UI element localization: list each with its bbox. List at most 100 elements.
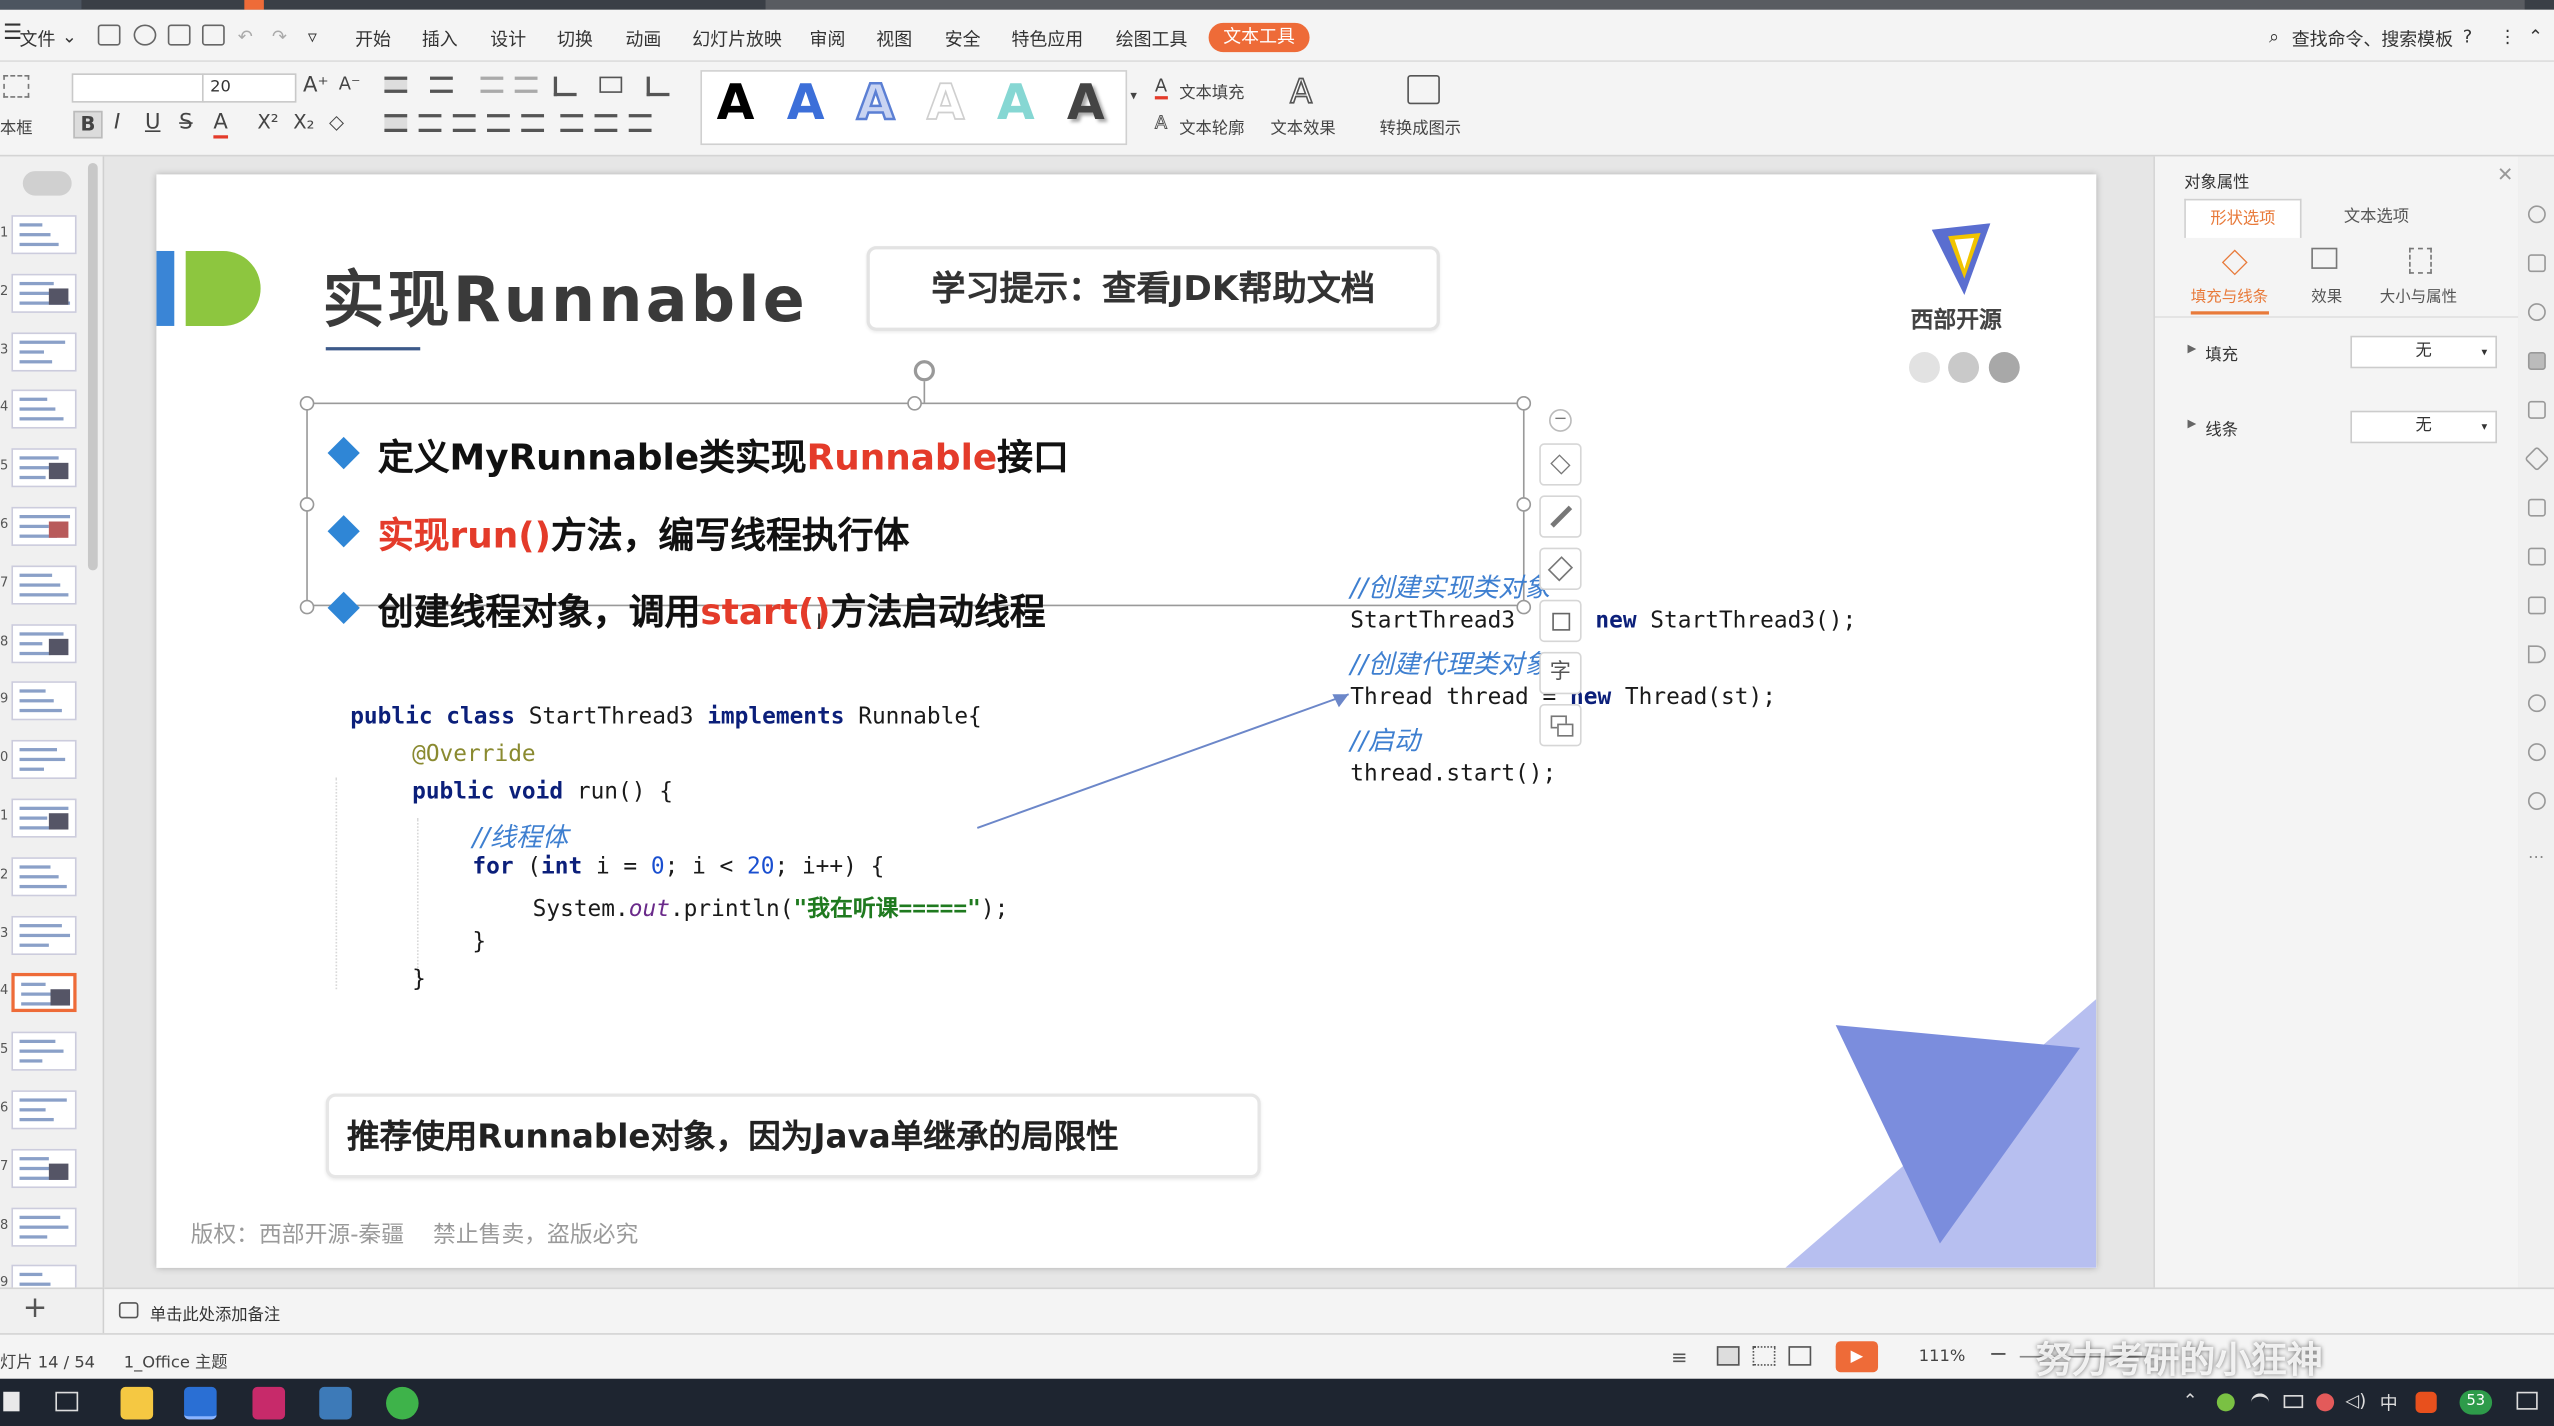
slide-thumbnail[interactable] <box>11 390 77 430</box>
style-shadow[interactable]: A <box>1067 75 1105 132</box>
record-icon[interactable] <box>2316 1393 2335 1412</box>
zoom-level[interactable]: 111% <box>1919 1348 1966 1366</box>
justify-icon[interactable] <box>487 114 510 133</box>
sogou-icon[interactable] <box>2415 1391 2437 1413</box>
style-black[interactable]: A <box>717 75 755 132</box>
image-icon[interactable] <box>2527 596 2546 615</box>
notes-toggle-icon[interactable]: ≡ <box>1671 1346 1687 1369</box>
convert-diagram-button[interactable]: 转换成图示 <box>1380 114 1461 139</box>
slide-thumbnail[interactable] <box>11 331 77 371</box>
tab-animation[interactable]: 动画 <box>625 26 661 52</box>
bullet-1[interactable]: 定义MyRunnable类实现Runnable接口 <box>378 429 1069 481</box>
tray-app-icon[interactable] <box>2216 1393 2235 1412</box>
tab-home[interactable]: 开始 <box>355 26 391 52</box>
slide-thumbnail[interactable] <box>11 565 77 605</box>
line-spacing-icon[interactable] <box>560 114 584 133</box>
text-icon[interactable]: 字 <box>1539 651 1582 695</box>
bullet-2[interactable]: 实现run()方法，编写线程执行体 <box>378 507 910 559</box>
properties-icon[interactable] <box>2527 352 2546 370</box>
undo-history-icon[interactable] <box>133 24 157 46</box>
animation-icon[interactable] <box>2527 303 2546 322</box>
settings-icon[interactable] <box>2527 205 2546 224</box>
text-effect-button[interactable]: 文本效果 <box>1270 114 1335 139</box>
textbox-label[interactable]: 本框 <box>0 114 33 139</box>
tab-drawing-tools[interactable]: 绘图工具 <box>1116 26 1188 52</box>
explorer-icon[interactable] <box>120 1386 154 1420</box>
grow-font-icon[interactable]: A⁺ <box>303 73 329 97</box>
line-label[interactable]: 线条 <box>2205 416 2238 440</box>
slide-thumbnail[interactable] <box>11 1148 77 1188</box>
volume-icon[interactable]: ◁) <box>2346 1390 2367 1411</box>
notes-placeholder[interactable]: 单击此处添加备注 <box>150 1301 280 1325</box>
shrink-font-icon[interactable]: A⁻ <box>339 73 361 94</box>
sorter-view-icon[interactable] <box>1752 1346 1776 1366</box>
columns-icon[interactable] <box>553 76 577 97</box>
slide-thumbnail[interactable] <box>11 681 77 721</box>
undo-icon[interactable]: ↶ <box>238 26 253 47</box>
arrow-connector[interactable] <box>971 688 1362 835</box>
tab-special[interactable]: 特色应用 <box>1012 26 1084 52</box>
size-icon[interactable] <box>2409 247 2432 274</box>
print-preview-icon[interactable] <box>201 24 225 46</box>
style-teal[interactable]: A <box>997 75 1035 132</box>
share-icon[interactable] <box>2527 547 2546 566</box>
text-fill-icon[interactable]: A <box>1154 75 1168 100</box>
slide-thumbnail[interactable] <box>11 506 77 546</box>
normal-view-icon[interactable] <box>1716 1346 1740 1366</box>
fill-line-icon[interactable] <box>2221 249 2248 276</box>
textbox-icon[interactable] <box>3 74 30 98</box>
help-circle-icon[interactable] <box>2527 792 2546 810</box>
slide-thumbnail[interactable] <box>11 973 77 1013</box>
slide-thumbnail[interactable] <box>11 1206 77 1247</box>
play-button[interactable]: ▶ <box>1835 1341 1879 1373</box>
style-blue[interactable]: A <box>787 75 825 132</box>
style-blue-outline[interactable]: A <box>856 74 896 133</box>
tab-shape-options[interactable]: 形状选项 <box>2184 198 2302 238</box>
python-icon[interactable] <box>319 1386 352 1420</box>
tab-security[interactable]: 安全 <box>945 26 981 52</box>
slide-thumbnail[interactable] <box>11 856 77 897</box>
text-outline-button[interactable]: 文本轮廓 <box>1179 114 1244 139</box>
slide-thumbnail[interactable] <box>11 798 77 838</box>
tab-text-tools[interactable]: 文本工具 <box>1208 22 1310 53</box>
collapse-ribbon-icon[interactable]: ⌃ <box>2528 26 2543 47</box>
resize-handle-tl[interactable] <box>299 396 315 411</box>
effect-icon[interactable] <box>2311 247 2338 269</box>
resize-handle-r[interactable] <box>1516 497 1532 512</box>
template-icon[interactable] <box>2527 498 2546 517</box>
fill-dropdown[interactable]: 无 ▾ <box>2350 335 2497 369</box>
shape-icon[interactable] <box>2527 254 2546 273</box>
search-icon[interactable]: ⌕ <box>2269 26 2279 49</box>
style-white[interactable]: A <box>926 74 965 133</box>
bullet-3[interactable]: 创建线程对象，调用start()方法启动线程 <box>378 583 1046 635</box>
slide-thumbnail[interactable] <box>11 915 77 955</box>
text-fill-button[interactable]: 文本填充 <box>1179 78 1244 103</box>
slide-thumbnail[interactable] <box>11 273 77 313</box>
view-toggle[interactable] <box>22 171 72 196</box>
zoom-out-icon[interactable]: − <box>1989 1341 2008 1367</box>
idea-icon[interactable] <box>252 1386 286 1420</box>
increase-indent-icon[interactable] <box>514 76 538 93</box>
text-effect-icon[interactable]: A <box>1289 71 1313 112</box>
paragraph-settings-icon[interactable] <box>628 114 652 133</box>
frame-icon[interactable] <box>1539 599 1582 643</box>
fill-expand-icon[interactable]: ▶ <box>2188 342 2197 355</box>
align-center-icon[interactable] <box>418 114 442 133</box>
pen-icon[interactable] <box>1539 495 1582 538</box>
subtab-effect[interactable]: 效果 <box>2311 284 2342 306</box>
tab-insert[interactable]: 插入 <box>422 26 458 52</box>
text-outline-icon[interactable]: A <box>1154 112 1167 134</box>
slide-thumbnail[interactable] <box>11 623 77 663</box>
fill-label[interactable]: 填充 <box>2205 341 2238 365</box>
slide-thumbnail[interactable] <box>11 1090 77 1130</box>
star-icon[interactable] <box>2524 446 2550 472</box>
close-icon[interactable]: ✕ <box>2497 163 2513 186</box>
clear-format-icon[interactable]: ◇ <box>329 111 344 134</box>
slide-title[interactable]: 实现Runnable <box>323 249 808 339</box>
tab-slideshow[interactable]: 幻灯片放映 <box>692 26 782 52</box>
tab-design[interactable]: 设计 <box>490 26 526 52</box>
battery-icon[interactable] <box>2283 1395 2304 1409</box>
superscript-button[interactable]: X² <box>257 111 278 134</box>
italic-button[interactable]: I <box>114 111 120 135</box>
gallery-more-icon[interactable]: ▾ <box>1130 88 1137 103</box>
